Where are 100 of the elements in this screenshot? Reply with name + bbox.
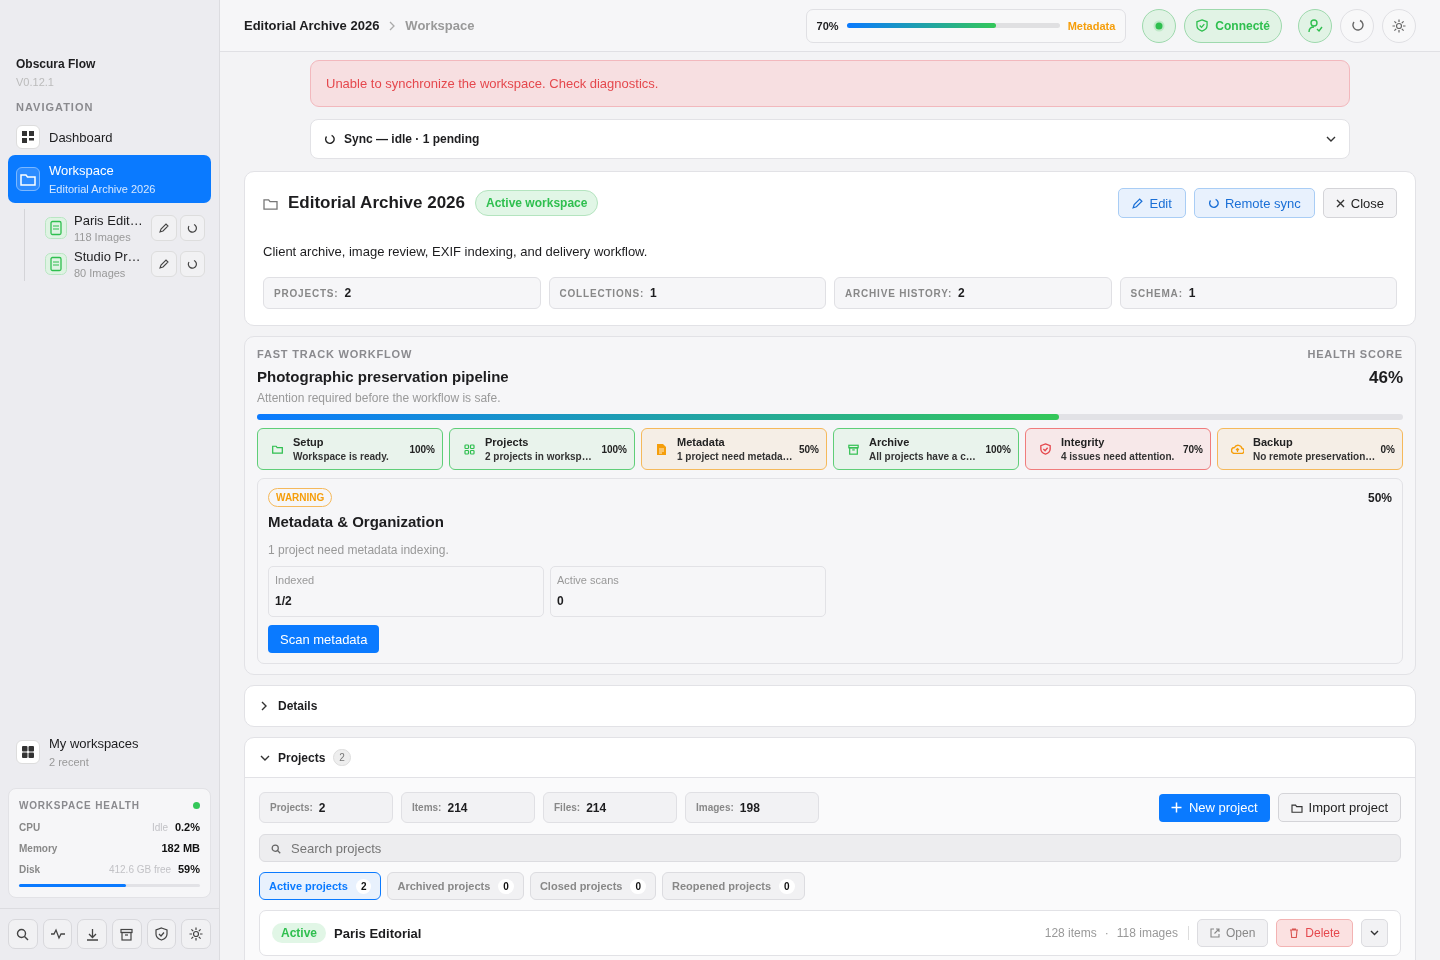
workflow-subtitle: Attention required before the workflow is safe. (257, 391, 502, 405)
item-count: 128 items (1044, 926, 1097, 940)
separator-dot: · (1104, 926, 1109, 940)
step-card[interactable]: Setup Workspace is ready. 100% (257, 428, 443, 470)
download-icon (85, 927, 99, 941)
document-icon (45, 217, 67, 239)
details-section[interactable]: Details (244, 685, 1416, 727)
pencil-icon (158, 259, 169, 269)
scan-button[interactable]: Scan metadata (268, 625, 380, 653)
folder-icon (271, 444, 283, 454)
workspace-description: Client archive, image review, EXIF indexing, and delivery workflow. (263, 244, 649, 259)
detail-percent: 50% (1367, 490, 1392, 505)
nav-item[interactable]: Dashboard (8, 119, 211, 155)
grid-icon (463, 443, 475, 455)
error-alert: Unable to synchronize the workspace. Check diagnostics. (310, 60, 1350, 107)
sync-status: Sync — idle · 1 pending (344, 132, 480, 146)
image-count: 80 Images (74, 267, 127, 279)
folder-icon (1290, 802, 1303, 813)
shield-icon (1196, 19, 1209, 32)
activity-button[interactable] (42, 919, 73, 949)
filter-tab[interactable]: Archived projects 0 (387, 872, 524, 900)
search-icon (16, 927, 30, 941)
archive-button[interactable] (112, 919, 142, 949)
external-link-icon (1209, 928, 1220, 938)
sync-button[interactable] (179, 215, 205, 241)
workflow-title: Photographic preservation pipeline (257, 368, 509, 385)
sync-panel[interactable]: Sync — idle · 1 pending (310, 119, 1350, 159)
new-project-button[interactable]: New project (1158, 793, 1270, 822)
edit-button[interactable] (151, 215, 177, 241)
document-icon (45, 253, 67, 275)
close-button[interactable]: Close (1322, 188, 1397, 218)
project-name[interactable]: Paris Edit… (74, 213, 145, 228)
edit-button[interactable] (151, 251, 177, 277)
stat-chip: Files: 214 (543, 792, 677, 823)
search-field[interactable]: Search projects (259, 834, 1401, 862)
workflow-eyebrow: FAST TRACK WORKFLOW (257, 348, 414, 360)
filter-tab[interactable]: Closed projects 0 (529, 872, 656, 900)
refresh-icon (1207, 197, 1219, 209)
import-project-button[interactable]: Import project (1277, 793, 1401, 822)
metric-box: Indexed 1/2 (268, 566, 544, 617)
detail-title: Metadata & Organization (268, 513, 445, 530)
status-button[interactable] (1142, 8, 1177, 43)
folder-icon (263, 196, 278, 210)
user-check-icon (1307, 18, 1323, 33)
shield-icon (155, 927, 168, 941)
download-button[interactable] (77, 919, 107, 949)
shield-button[interactable] (146, 919, 177, 949)
project-name[interactable]: Paris Editorial (334, 925, 422, 941)
grid-icon (21, 745, 35, 759)
stat-chip: SCHEMA: 1 (1119, 277, 1397, 309)
metric-value: 182 MB (161, 842, 200, 854)
refresh-icon (187, 259, 198, 269)
stat-chip: ARCHIVE HISTORY: 2 (834, 277, 1112, 309)
metric-value: 0.2% (174, 821, 200, 833)
progress-label: Metadata (1067, 19, 1116, 32)
pencil-icon (158, 223, 169, 233)
nav-item[interactable]: Workspace Editorial Archive 2026 (8, 155, 211, 203)
stat-chip: COLLECTIONS: 1 (548, 277, 826, 309)
filter-tab[interactable]: Reopened projects 0 (662, 872, 805, 900)
health-title: WORKSPACE HEALTH (19, 800, 140, 811)
refresh-button[interactable] (1340, 8, 1374, 43)
refresh-icon (1350, 19, 1364, 32)
search-button[interactable] (8, 919, 38, 949)
health-score: 46% (1367, 368, 1403, 388)
chevron-icon (388, 20, 397, 31)
archive-icon (847, 443, 859, 455)
caret-icon (1370, 930, 1379, 936)
metric-value: 59% (177, 863, 200, 875)
workspace-title: Editorial Archive 2026 (288, 193, 465, 213)
stat-chip: PROJECTS: 2 (263, 277, 541, 309)
project-name[interactable]: Studio Pr… (74, 249, 145, 264)
settings-button[interactable] (1382, 8, 1416, 43)
app-name: Obscura Flow (16, 57, 97, 71)
archive-icon (120, 927, 134, 941)
breadcrumb-link[interactable]: Editorial Archive 2026 (244, 18, 380, 33)
edit-button[interactable]: Edit (1118, 188, 1186, 218)
detail-text: 1 project need metadata indexing. (268, 543, 450, 557)
section-heading: NAVIGATION (15, 100, 95, 115)
filter-tab[interactable]: Active projects 2 (259, 872, 382, 900)
refresh-icon (187, 223, 198, 233)
remote-sync-button[interactable]: Remote sync (1193, 188, 1315, 218)
stat-chip: Images: 198 (685, 792, 819, 823)
sync-button[interactable] (179, 251, 205, 277)
settings-icon (1392, 18, 1406, 33)
close-icon (1335, 198, 1345, 208)
breadcrumb-current: Workspace (405, 18, 475, 33)
chevron-icon (260, 701, 268, 711)
status-badge: Active workspace (475, 190, 599, 216)
status-badge: Active (272, 923, 327, 943)
pencil-icon (1132, 197, 1144, 209)
dot-icon (1153, 19, 1166, 32)
grid-icon (21, 130, 35, 144)
more-button[interactable] (1361, 919, 1388, 947)
metric-box: Active scans 0 (550, 566, 826, 617)
progress-reading: 70% (816, 19, 839, 32)
workspaces-item[interactable]: My workspaces 2 recent (8, 730, 211, 774)
folder-icon (20, 172, 36, 186)
settings-button[interactable] (181, 919, 212, 949)
chevron-icon (260, 753, 270, 762)
metric-label: Disk (19, 863, 41, 875)
